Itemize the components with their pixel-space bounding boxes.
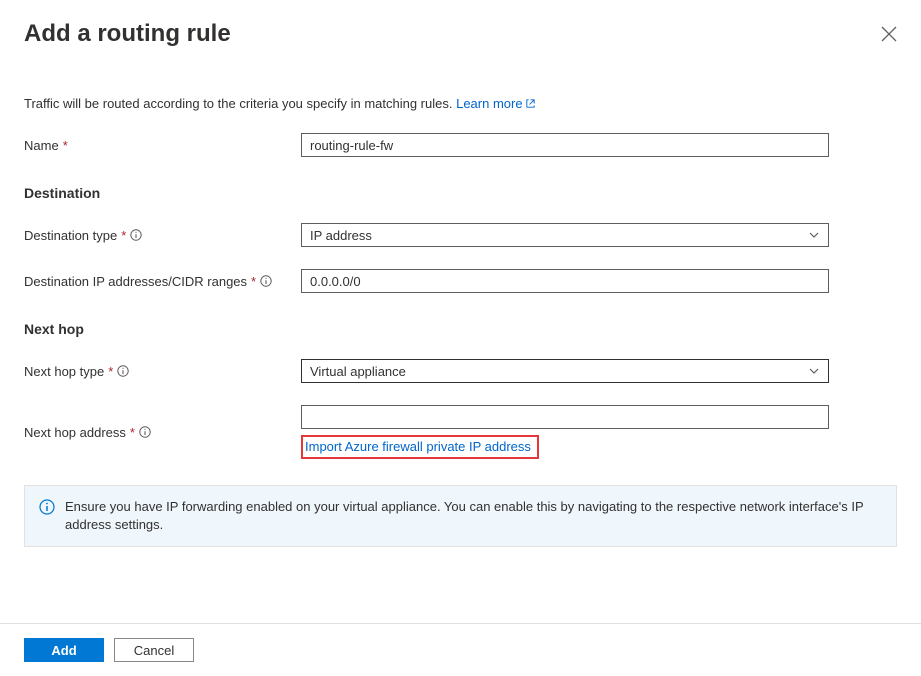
intro-text: Traffic will be routed according to the … bbox=[24, 96, 897, 111]
cancel-button[interactable]: Cancel bbox=[114, 638, 194, 662]
info-callout: Ensure you have IP forwarding enabled on… bbox=[24, 485, 897, 547]
add-button[interactable]: Add bbox=[24, 638, 104, 662]
info-icon[interactable] bbox=[260, 275, 272, 287]
name-label: Name * bbox=[24, 138, 301, 153]
destination-type-label: Destination type * bbox=[24, 228, 301, 243]
destination-type-value: IP address bbox=[310, 228, 372, 243]
destination-cidr-label: Destination IP addresses/CIDR ranges * bbox=[24, 274, 301, 289]
destination-cidr-input[interactable] bbox=[301, 269, 829, 293]
learn-more-label: Learn more bbox=[456, 96, 522, 111]
info-icon[interactable] bbox=[117, 365, 129, 377]
chevron-down-icon bbox=[808, 365, 820, 377]
next-hop-type-label: Next hop type * bbox=[24, 364, 301, 379]
destination-type-select[interactable]: IP address bbox=[301, 223, 829, 247]
next-hop-address-label: Next hop address * bbox=[24, 425, 301, 440]
info-icon[interactable] bbox=[139, 426, 151, 438]
name-input[interactable] bbox=[301, 133, 829, 157]
page-title: Add a routing rule bbox=[24, 20, 231, 48]
destination-section-heading: Destination bbox=[24, 185, 897, 201]
import-firewall-ip-link[interactable]: Import Azure firewall private IP address bbox=[301, 435, 539, 459]
info-icon bbox=[39, 499, 55, 515]
next-hop-type-select[interactable]: Virtual appliance bbox=[301, 359, 829, 383]
footer: Add Cancel bbox=[0, 623, 921, 676]
next-hop-section-heading: Next hop bbox=[24, 321, 897, 337]
next-hop-type-value: Virtual appliance bbox=[310, 364, 406, 379]
intro-text-content: Traffic will be routed according to the … bbox=[24, 96, 456, 111]
info-callout-text: Ensure you have IP forwarding enabled on… bbox=[65, 498, 882, 534]
close-icon[interactable] bbox=[881, 26, 897, 42]
external-link-icon bbox=[525, 98, 536, 109]
next-hop-address-input[interactable] bbox=[301, 405, 829, 429]
chevron-down-icon bbox=[808, 229, 820, 241]
learn-more-link[interactable]: Learn more bbox=[456, 96, 535, 111]
info-icon[interactable] bbox=[130, 229, 142, 241]
